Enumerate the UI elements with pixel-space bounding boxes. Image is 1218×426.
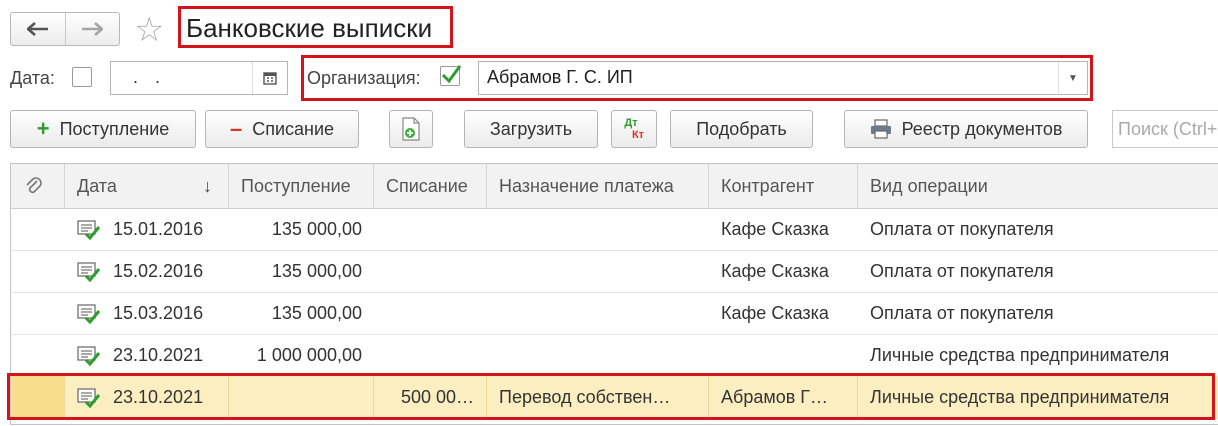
cell-date: 15.03.2016 — [65, 292, 229, 334]
row-attachment-cell — [11, 292, 65, 334]
cell-counterparty — [709, 334, 858, 376]
cell-date-text: 23.10.2021 — [113, 345, 204, 365]
cell-operation: Личные средства предпринимателя — [870, 345, 1170, 365]
row-attachment-cell — [11, 250, 65, 292]
cell-operation: Оплата от покупателя — [870, 303, 1054, 323]
posted-document-icon — [77, 220, 101, 240]
column-header-counterparty[interactable]: Контрагент — [709, 164, 858, 208]
kt-label: Кт — [631, 129, 645, 141]
cell-purpose — [487, 292, 709, 334]
date-checkbox[interactable] — [72, 67, 92, 87]
row-attachment-cell — [11, 208, 65, 250]
row-attachment-cell — [11, 334, 65, 376]
selected-row-highlight — [7, 373, 1215, 420]
table-row[interactable]: 23.10.2021 1 000 000,00 Личные средства пр… — [11, 334, 1218, 377]
organization-value: Абрамов Г. С. ИП — [487, 67, 633, 87]
documents-registry-label: Реестр документов — [901, 118, 1063, 139]
cell-operation: Оплата от покупателя — [870, 261, 1054, 281]
back-button[interactable] — [11, 13, 65, 45]
column-label-date: Дата — [77, 176, 117, 196]
organization-select[interactable]: Абрамов Г. С. ИП ▼ — [478, 61, 1088, 95]
checkmark-icon — [441, 65, 462, 84]
cell-purpose — [487, 250, 709, 292]
cell-date-text: 15.03.2016 — [113, 303, 204, 323]
date-label: Дата: — [10, 68, 55, 88]
organization-label: Организация: — [307, 68, 421, 88]
column-header-operation[interactable]: Вид операции — [858, 164, 1218, 208]
organization-checkbox[interactable] — [440, 65, 462, 86]
document-add-icon — [402, 117, 420, 141]
paperclip-icon — [26, 177, 42, 194]
cell-expense — [374, 292, 487, 334]
posted-document-icon — [77, 346, 101, 366]
cell-income: 135 000,00 — [271, 261, 362, 281]
arrow-left-icon — [26, 22, 48, 36]
posted-document-icon — [77, 262, 101, 282]
add-income-button[interactable]: + Поступление — [10, 110, 196, 148]
minus-icon: – — [229, 116, 243, 141]
column-header-date[interactable]: Дата ↓ — [65, 164, 229, 208]
cell-date: 23.10.2021 — [65, 334, 229, 376]
plus-icon: + — [36, 116, 50, 141]
column-header-expense[interactable]: Списание — [374, 164, 487, 208]
attachment-column-header[interactable] — [11, 164, 65, 208]
cell-income: 135 000,00 — [271, 219, 362, 239]
cell-counterparty: Кафе Сказка — [721, 303, 829, 323]
load-button[interactable]: Загрузить — [464, 110, 598, 148]
new-document-button[interactable] — [389, 110, 433, 148]
cell-income: 1 000 000,00 — [256, 345, 362, 365]
nav-buttons — [10, 12, 120, 46]
table-row[interactable]: 15.01.2016 135 000,00 Кафе Сказка Оплата от… — [11, 208, 1218, 251]
pick-label: Подобрать — [696, 118, 787, 139]
table-row[interactable]: 15.03.2016 135 000,00 Кафе Сказка Оплата от… — [11, 292, 1218, 335]
cell-date: 15.01.2016 — [65, 208, 229, 250]
table-row[interactable]: 15.02.2016 135 000,00 Кафе Сказка Оплата от… — [11, 250, 1218, 293]
cell-purpose — [487, 334, 709, 376]
page-title: Банковские выписки — [186, 13, 433, 43]
star-icon[interactable]: ☆ — [134, 10, 164, 50]
cell-date: 15.02.2016 — [65, 250, 229, 292]
date-value: . . — [133, 67, 167, 87]
cell-expense — [374, 334, 487, 376]
search-input[interactable]: Поиск (Ctrl+F) — [1112, 110, 1218, 148]
dt-label: Дт — [624, 117, 638, 129]
load-label: Загрузить — [489, 118, 573, 139]
posted-document-icon — [77, 304, 101, 324]
date-field[interactable]: . . — [110, 61, 288, 95]
column-header-income[interactable]: Поступление — [229, 164, 374, 208]
cell-income: 135 000,00 — [271, 303, 362, 323]
dt-kt-button[interactable]: Дт Кт — [611, 110, 657, 148]
table-header: Дата ↓ Поступление Списание Назначение п… — [11, 164, 1218, 209]
documents-registry-button[interactable]: Реестр документов — [844, 110, 1088, 148]
arrow-right-icon — [82, 22, 104, 36]
cell-date-text: 15.01.2016 — [113, 219, 204, 239]
forward-button[interactable] — [64, 13, 120, 45]
sort-arrow-icon: ↓ — [203, 176, 212, 196]
pick-button[interactable]: Подобрать — [670, 110, 813, 148]
printer-icon — [870, 119, 891, 139]
calendar-icon[interactable] — [252, 62, 287, 94]
search-placeholder: Поиск (Ctrl+F) — [1118, 119, 1218, 139]
cell-expense — [374, 208, 487, 250]
add-income-label: Поступление — [59, 118, 170, 139]
cell-counterparty: Кафе Сказка — [721, 261, 829, 281]
cell-date-text: 15.02.2016 — [113, 261, 204, 281]
chevron-down-icon[interactable]: ▼ — [1058, 62, 1087, 94]
cell-counterparty: Кафе Сказка — [721, 219, 829, 239]
cell-purpose — [487, 208, 709, 250]
add-expense-button[interactable]: – Списание — [205, 110, 359, 148]
add-expense-label: Списание — [252, 118, 335, 139]
cell-operation: Оплата от покупателя — [870, 219, 1054, 239]
cell-expense — [374, 250, 487, 292]
column-header-purpose[interactable]: Назначение платежа — [487, 164, 709, 208]
